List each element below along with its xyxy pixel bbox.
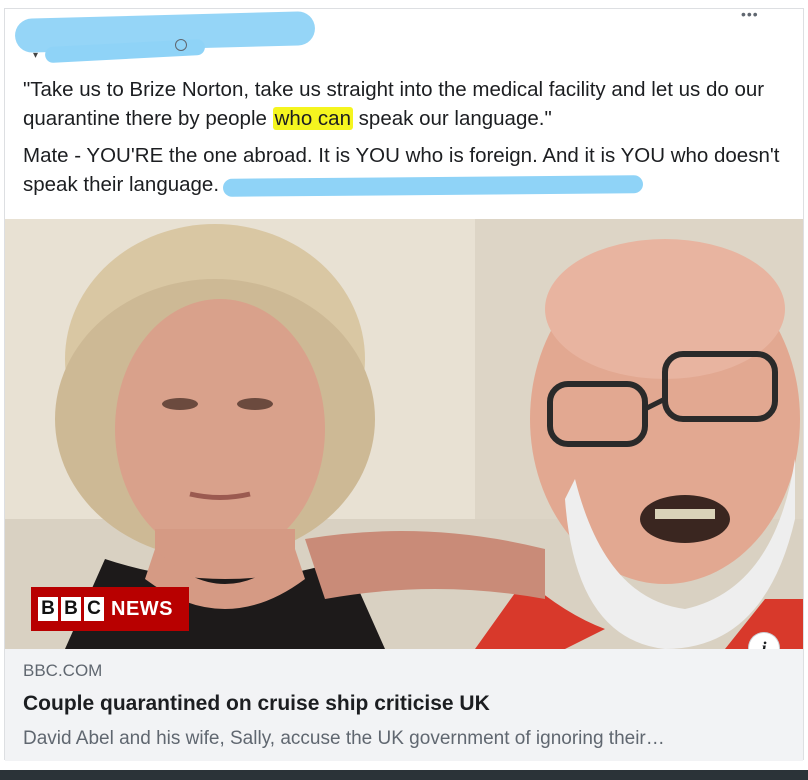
post-header: ▾ ••• bbox=[5, 7, 803, 73]
redacted-text bbox=[222, 174, 644, 197]
bbc-letter-c: C bbox=[84, 597, 104, 621]
link-headline[interactable]: Couple quarantined on cruise ship critic… bbox=[23, 691, 785, 717]
globe-icon bbox=[175, 39, 187, 51]
bbc-letter-b1: B bbox=[38, 597, 58, 621]
more-options-icon[interactable]: ••• bbox=[741, 7, 769, 21]
link-description: David Abel and his wife, Sally, accuse t… bbox=[23, 728, 665, 749]
link-preview[interactable]: BBC.COM Couple quarantined on cruise shi… bbox=[5, 649, 803, 761]
link-domain: BBC.COM bbox=[23, 661, 103, 680]
post-text: "Take us to Brize Norton, take us straig… bbox=[23, 75, 793, 207]
bbc-letter-b2: B bbox=[61, 597, 81, 621]
highlighted-text: who can bbox=[272, 107, 353, 130]
post-paragraph-quote: "Take us to Brize Norton, take us straig… bbox=[23, 75, 793, 133]
couple-photo bbox=[5, 219, 803, 649]
bottom-bar bbox=[0, 770, 808, 780]
link-image[interactable]: B B C NEWS bbox=[5, 219, 803, 649]
bbc-news-text: NEWS bbox=[111, 597, 173, 620]
post-paragraph-comment: Mate - YOU'RE the one abroad. It is YOU … bbox=[23, 141, 793, 199]
bbc-news-logo: B B C NEWS bbox=[31, 587, 189, 631]
post-card: ▾ ••• "Take us to Brize Norton, take us … bbox=[4, 7, 804, 761]
quote-text-end: speak our language." bbox=[352, 107, 552, 130]
chevron-down-icon[interactable]: ▾ bbox=[33, 51, 43, 61]
